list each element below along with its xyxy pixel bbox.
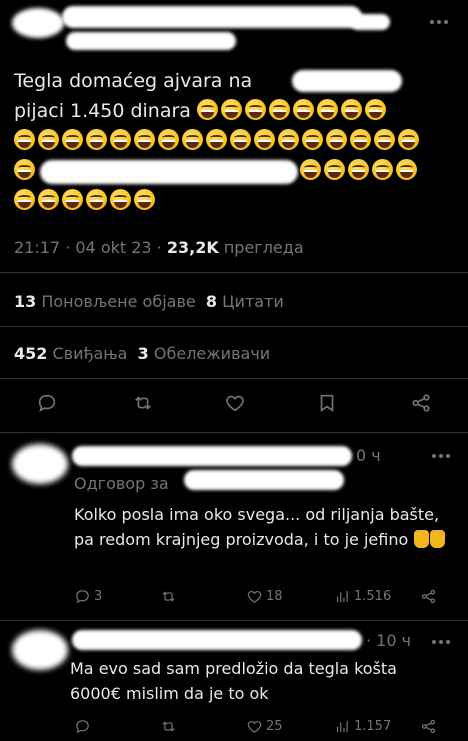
tweet-date: 04 okt 23 <box>75 238 152 257</box>
tweet-header <box>0 0 468 60</box>
bookmarks-label: Обележивачи <box>153 344 271 363</box>
reply-retweet-button[interactable] <box>160 588 180 605</box>
share-icon <box>421 589 436 604</box>
reply-reply-button[interactable] <box>74 718 94 735</box>
views-icon <box>336 720 348 733</box>
quotes-label: Цитати <box>222 292 284 311</box>
reply-like-button[interactable]: 25 <box>246 718 283 735</box>
like-count: 25 <box>266 719 283 734</box>
reply-icon <box>76 590 89 604</box>
reply-metrics: 25 1.157 <box>0 718 468 741</box>
divider <box>0 432 468 433</box>
tweet-text-line1: Tegla domaćeg ajvara na <box>14 70 253 92</box>
text-redaction <box>292 70 402 92</box>
reply-reply-button[interactable]: 3 <box>74 588 102 605</box>
divider <box>0 620 468 621</box>
quotes-count: 8 <box>205 292 218 311</box>
repost-quote-stats[interactable]: 13 Поновљене објаве 8 Цитати <box>14 292 284 311</box>
replying-to-label: Одговор за <box>74 474 169 493</box>
reply-time: · 10 ч <box>366 631 412 650</box>
reply-author-redaction <box>72 630 362 650</box>
like-icon <box>247 590 262 603</box>
reply-retweet-button[interactable] <box>160 718 180 735</box>
reply-author-redaction <box>72 446 352 466</box>
reply-avatar[interactable] <box>12 630 68 670</box>
more-options-icon[interactable] <box>430 20 450 26</box>
retweet-icon <box>162 721 175 732</box>
reply-icon[interactable] <box>32 388 62 418</box>
divider <box>0 326 468 327</box>
reply-like-button[interactable]: 18 <box>246 588 283 605</box>
like-count: 18 <box>266 589 283 604</box>
hand-emoji <box>430 530 446 548</box>
hand-emoji <box>414 530 430 548</box>
reply-share-button[interactable] <box>420 588 437 605</box>
views-count: 23,2K <box>166 238 219 257</box>
reply-views-button[interactable]: 1.516 <box>334 588 391 605</box>
views-label: прегледа <box>223 238 304 257</box>
views-count: 1.157 <box>354 719 392 734</box>
author-avatar[interactable] <box>12 8 64 38</box>
reply-count: 3 <box>94 589 103 604</box>
share-icon[interactable] <box>406 388 436 418</box>
reply-time: 0 ч <box>356 446 381 465</box>
reply-text-content: Kolko posla ima oko svega... od riljanja… <box>74 505 440 549</box>
like-icon <box>247 720 262 733</box>
author-handle-redaction <box>66 32 236 50</box>
reply-views-button[interactable]: 1.157 <box>334 718 391 735</box>
like-bookmark-stats[interactable]: 452 Свиђања 3 Обележивачи <box>14 344 270 363</box>
reposts-label: Поновљене објаве <box>41 292 196 311</box>
retweet-icon[interactable] <box>128 388 158 418</box>
more-options-icon[interactable] <box>432 640 452 646</box>
reply-text-content: Ma evo sad sam predložio da tegla košta … <box>70 659 397 703</box>
tweet-text-line2: pijaci 1.450 dinara <box>14 100 191 122</box>
likes-count: 452 <box>14 344 48 363</box>
views-count: 1.516 <box>354 589 392 604</box>
reply-text: Kolko posla ima oko svega... od riljanja… <box>74 502 454 552</box>
views-icon <box>336 590 348 603</box>
bookmark-icon[interactable] <box>312 388 342 418</box>
likes-label: Свиђања <box>52 344 128 363</box>
laugh-emoji-group <box>196 99 389 122</box>
laugh-emoji-group <box>14 189 158 212</box>
reply-metrics: 3 18 1.516 <box>0 588 468 612</box>
bookmarks-count: 3 <box>137 344 149 363</box>
like-icon[interactable] <box>220 388 250 418</box>
laugh-emoji-group <box>14 129 422 152</box>
divider <box>0 272 468 273</box>
tweet-time: 21:17 <box>14 238 61 257</box>
laugh-emoji-group <box>300 159 420 182</box>
share-icon <box>421 719 436 734</box>
tweet-meta: 21:17 · 04 okt 23 · 23,2K прегледа <box>14 238 304 257</box>
reply-avatar[interactable] <box>12 444 68 484</box>
reply-share-button[interactable] <box>420 718 437 735</box>
header-redaction <box>350 14 390 30</box>
replying-to-redaction <box>184 470 344 490</box>
reply-text: Ma evo sad sam predložio da tegla košta … <box>70 656 450 706</box>
retweet-icon <box>162 591 175 602</box>
divider <box>0 378 468 379</box>
more-options-icon[interactable] <box>432 454 452 460</box>
reposts-count: 13 <box>14 292 37 311</box>
reply-icon <box>76 720 89 734</box>
text-redaction <box>40 160 298 184</box>
author-name-redaction <box>62 6 362 28</box>
action-bar <box>0 388 468 422</box>
